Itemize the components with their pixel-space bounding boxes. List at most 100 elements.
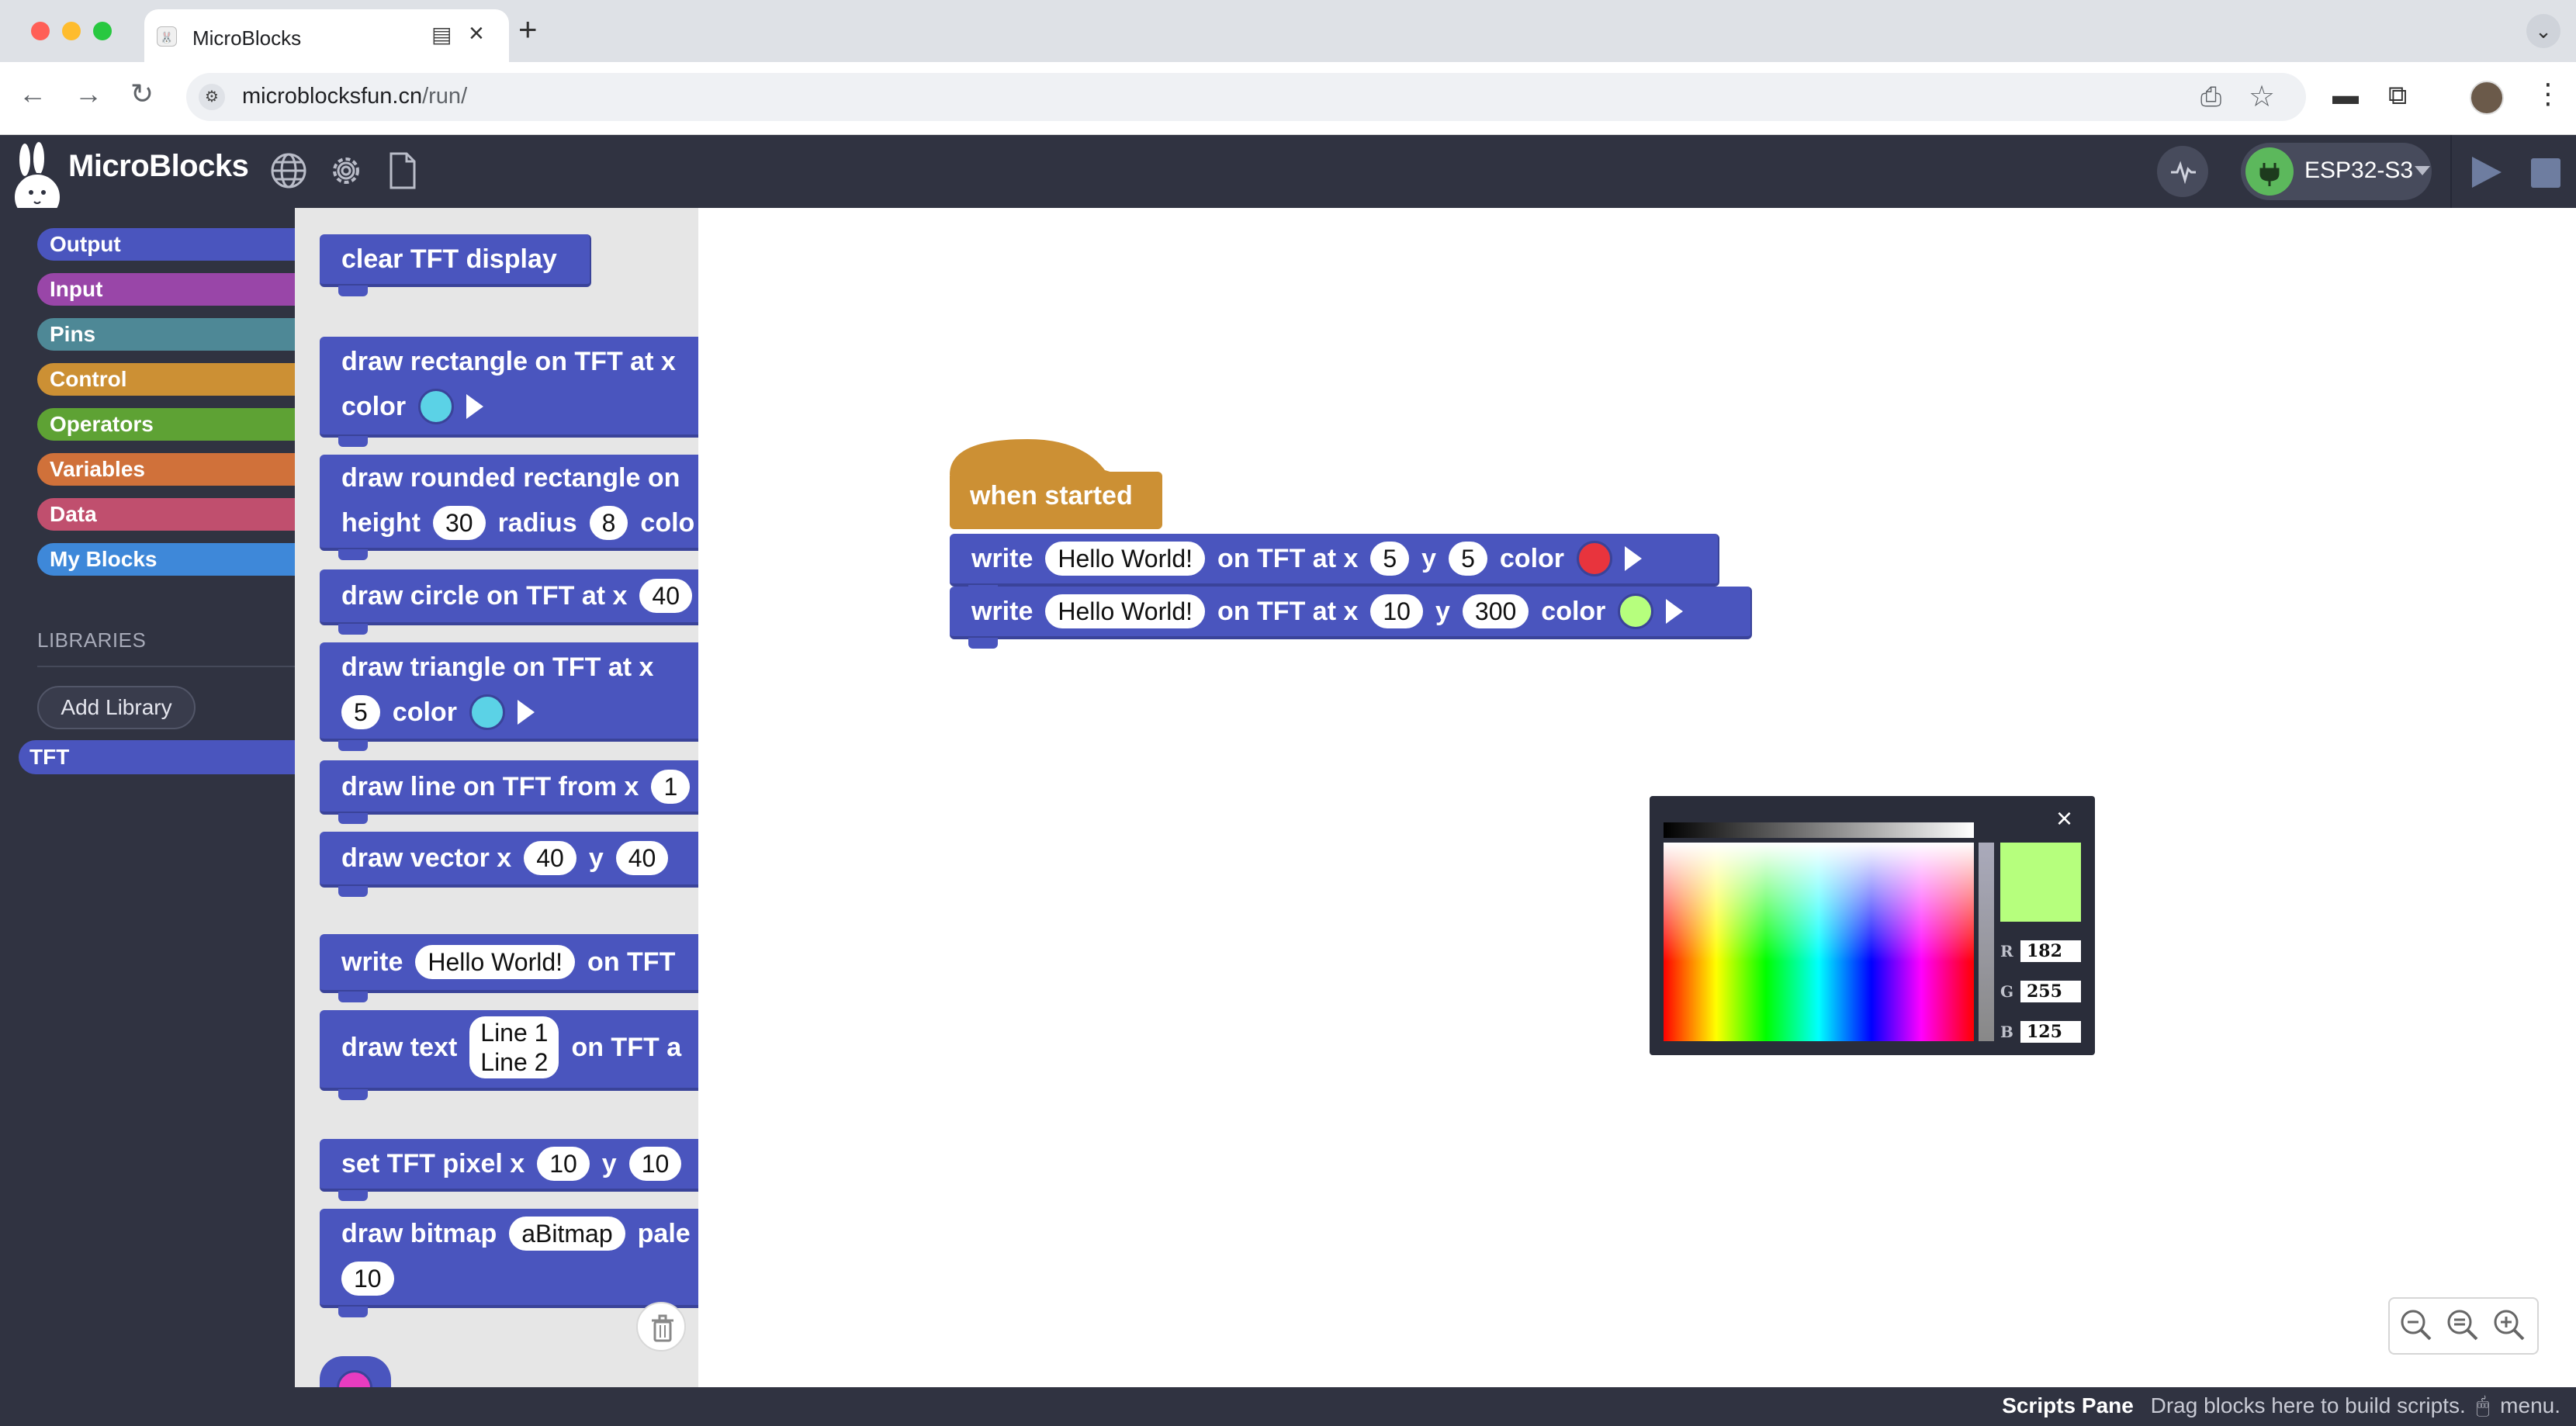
value-slot[interactable]: 10 (341, 1262, 394, 1296)
g-value-field[interactable]: 255 (2020, 981, 2081, 1002)
block-label: draw line on TFT from x (341, 771, 639, 801)
zoom-out-icon[interactable] (2396, 1305, 2438, 1347)
block-write-1[interactable]: write Hello World! on TFT at x 5 y 5 col… (950, 534, 1719, 596)
color-swatch-green[interactable] (1618, 594, 1654, 629)
library-tft[interactable]: TFT (19, 740, 295, 774)
block-label: write (971, 596, 1034, 626)
category-input[interactable]: Input (37, 273, 295, 306)
site-info-icon[interactable]: ⚙ (199, 84, 225, 110)
block-draw-rectangle[interactable]: draw rectangle on TFT at x color (320, 337, 698, 447)
reading-mode-icon[interactable]: ▤ (431, 22, 452, 47)
block-draw-rounded-rectangle[interactable]: draw rounded rectangle on height 30 radius… (320, 455, 698, 560)
y-slot[interactable]: 10 (628, 1147, 682, 1181)
y-slot[interactable]: 300 (1462, 594, 1529, 628)
bookmark-star-icon[interactable]: ☆ (2249, 79, 2275, 114)
browser-menu-icon[interactable]: ⋮ (2534, 78, 2562, 110)
expand-arrow-icon[interactable] (1666, 599, 1684, 624)
value-slot[interactable]: 5 (341, 695, 380, 729)
zoom-reset-icon[interactable] (2443, 1305, 2484, 1347)
x-slot[interactable]: 10 (537, 1147, 590, 1181)
settings-gear-icon[interactable] (326, 151, 366, 191)
profile-avatar[interactable] (2470, 81, 2504, 115)
run-button[interactable] (2472, 157, 2502, 188)
app-top-bar: MicroBlocks ESP32-S3 (0, 135, 2576, 221)
block-clear-tft-display[interactable]: clear TFT display (320, 234, 591, 296)
back-icon[interactable]: ← (19, 78, 47, 110)
bitmap-slot[interactable]: aBitmap (509, 1217, 625, 1251)
x-slot[interactable]: 40 (524, 841, 576, 875)
trash-icon[interactable] (636, 1302, 686, 1352)
color-preview (2000, 843, 2081, 922)
url-text[interactable]: microblocksfun.cn/run/ (242, 84, 467, 109)
color-swatch-red[interactable] (1577, 541, 1613, 576)
x-slot[interactable]: 1 (651, 770, 691, 804)
data-graph-button[interactable] (2157, 146, 2208, 197)
grayscale-bar[interactable] (1664, 822, 1974, 838)
text-slot[interactable]: Hello World! (1045, 542, 1206, 576)
window-zoom-button[interactable] (93, 22, 112, 40)
block-draw-circle[interactable]: draw circle on TFT at x 40 (320, 569, 698, 635)
color-swatch[interactable] (469, 694, 505, 730)
b-value-field[interactable]: 125 (2020, 1021, 2081, 1043)
scripts-pane[interactable]: when started write Hello World! on TFT a… (698, 208, 2576, 1387)
block-draw-triangle[interactable]: draw triangle on TFT at x 5 color (320, 642, 698, 751)
x-slot[interactable]: 5 (1370, 542, 1410, 576)
category-pins[interactable]: Pins (37, 318, 295, 351)
block-label: draw circle on TFT at x (341, 580, 628, 611)
browser-tab-strip: 🐰 MicroBlocks ▤ × + ⌄ (0, 0, 2576, 62)
zoom-in-icon[interactable] (2489, 1305, 2531, 1347)
category-variables[interactable]: Variables (37, 453, 295, 486)
category-output[interactable]: Output (37, 228, 295, 261)
block-draw-text[interactable]: draw text Line 1 Line 2 on TFT a (320, 1010, 698, 1100)
language-globe-icon[interactable] (268, 151, 309, 191)
expand-arrow-icon[interactable] (466, 394, 484, 419)
tab-close-icon[interactable]: × (469, 19, 484, 49)
new-tab-icon[interactable]: + (518, 11, 538, 48)
expand-arrow-icon[interactable] (1625, 546, 1643, 571)
block-partial[interactable] (320, 1356, 391, 1387)
stop-button[interactable] (2531, 158, 2560, 188)
address-bar[interactable]: ⚙ microblocksfun.cn/run/ ⎙ ☆ (186, 73, 2306, 121)
category-control[interactable]: Control (37, 363, 295, 396)
block-write[interactable]: write Hello World! on TFT (320, 934, 698, 1002)
block-set-tft-pixel[interactable]: set TFT pixel x 10 y 10 (320, 1139, 698, 1201)
install-app-icon[interactable]: ⎙ (2200, 82, 2221, 112)
radius-slot[interactable]: 8 (589, 506, 628, 540)
block-write-2[interactable]: write Hello World! on TFT at x 10 y 300 … (950, 587, 1752, 649)
category-operators[interactable]: Operators (37, 408, 295, 441)
height-slot[interactable]: 30 (432, 506, 486, 540)
forward-icon[interactable]: → (74, 78, 102, 110)
reload-icon[interactable]: ↻ (130, 78, 154, 110)
block-draw-bitmap[interactable]: draw bitmap aBitmap pale 10 (320, 1209, 698, 1317)
file-menu-icon[interactable] (382, 151, 422, 191)
favicon-icon: 🐰 (157, 26, 177, 47)
color-spectrum[interactable] (1664, 843, 1974, 1041)
text-slot[interactable]: Hello World! (1045, 594, 1206, 628)
color-swatch[interactable] (337, 1370, 372, 1387)
tab-search-icon[interactable]: ⌄ (2526, 14, 2560, 48)
add-library-button[interactable]: Add Library (37, 686, 196, 729)
block-label: colo (640, 507, 695, 538)
extension-icon[interactable]: ▬ (2332, 81, 2359, 111)
board-connect-button[interactable]: ESP32-S3 (2241, 143, 2432, 200)
brightness-slider[interactable] (1979, 843, 1994, 1041)
block-draw-vector[interactable]: draw vector x 40 y 40 (320, 832, 698, 897)
y-slot[interactable]: 5 (1449, 542, 1487, 576)
window-close-button[interactable] (31, 22, 50, 40)
category-my-blocks[interactable]: My Blocks (37, 543, 295, 576)
x-slot[interactable]: 10 (1370, 594, 1423, 628)
browser-tab[interactable]: 🐰 MicroBlocks ▤ × (144, 9, 509, 62)
multiline-text-slot[interactable]: Line 1 Line 2 (469, 1016, 559, 1078)
x-slot[interactable]: 40 (639, 579, 693, 613)
r-value-field[interactable]: 182 (2020, 940, 2081, 962)
block-when-started[interactable]: when started (950, 439, 1162, 529)
color-swatch[interactable] (418, 389, 455, 424)
y-slot[interactable]: 40 (615, 841, 669, 875)
text-slot[interactable]: Hello World! (415, 945, 576, 979)
category-data[interactable]: Data (37, 498, 295, 531)
window-minimize-button[interactable] (62, 22, 81, 40)
close-icon[interactable]: × (2056, 802, 2072, 835)
block-draw-line[interactable]: draw line on TFT from x 1 (320, 760, 698, 824)
extensions-puzzle-icon[interactable]: ⧉ (2388, 81, 2407, 111)
expand-arrow-icon[interactable] (517, 700, 535, 725)
